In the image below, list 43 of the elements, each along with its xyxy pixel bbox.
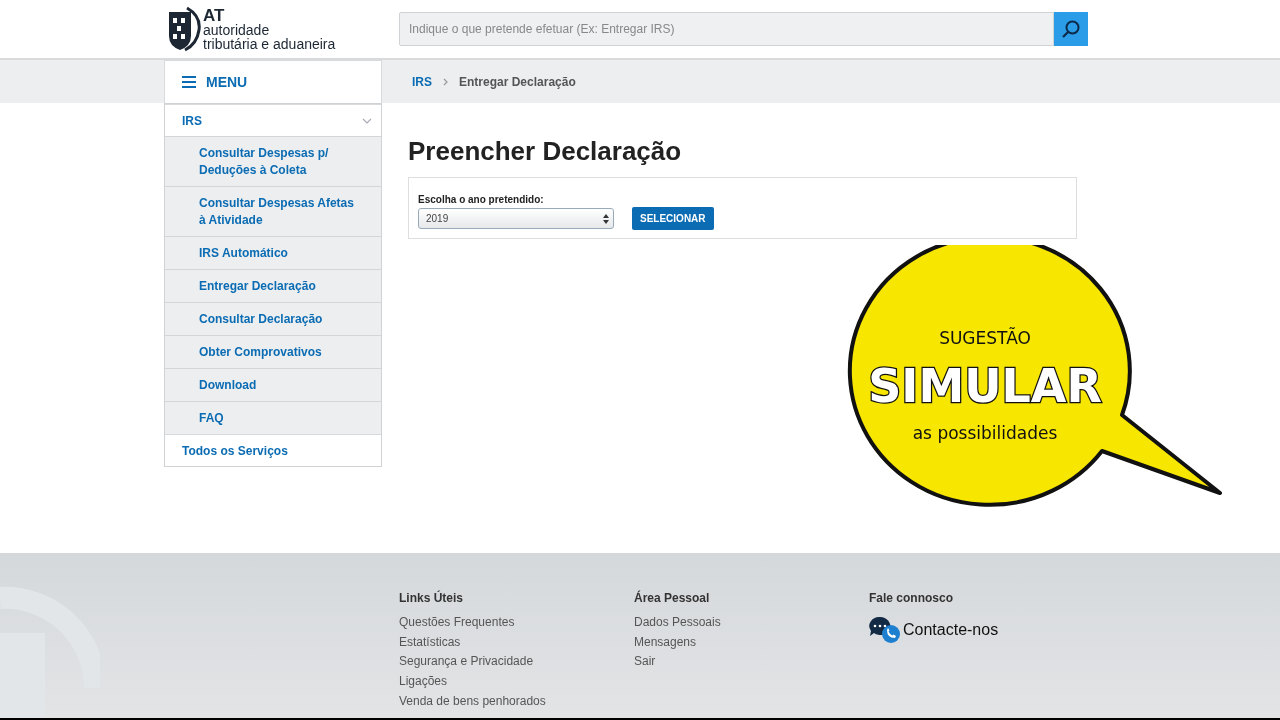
footer-heading: Área Pessoal bbox=[634, 591, 711, 605]
logo-text: tributária e aduaneira bbox=[203, 36, 336, 51]
year-select[interactable]: 2019 bbox=[418, 208, 614, 229]
bubble-text: SUGESTÃO bbox=[939, 328, 1031, 348]
search-button[interactable] bbox=[1054, 12, 1088, 46]
submenu-item[interactable]: Download bbox=[165, 368, 381, 401]
footer-link[interactable]: Sair bbox=[634, 654, 869, 670]
contact-link[interactable]: Contacte-nos bbox=[869, 616, 1104, 644]
footer-link[interactable]: Dados Pessoais bbox=[634, 615, 869, 630]
bubble-headline: SIMULAR bbox=[868, 359, 1102, 413]
page-title: Preencher Declaração bbox=[408, 136, 683, 167]
breadcrumb-item[interactable]: IRS bbox=[412, 74, 432, 89]
submenu-item[interactable]: Consultar Despesas Afetas à Atividade bbox=[165, 186, 381, 236]
footer-link[interactable]: Ligações bbox=[399, 674, 634, 689]
footer-link[interactable]: Mensagens bbox=[634, 634, 869, 650]
breadcrumb-item: Entregar Declaração bbox=[459, 74, 576, 89]
submenu-item[interactable]: Consultar Despesas p/ Deduções à Coleta bbox=[165, 136, 381, 186]
chevron-right-icon bbox=[443, 77, 448, 86]
menu-icon bbox=[182, 76, 196, 88]
submenu-item[interactable]: FAQ bbox=[165, 401, 381, 434]
submenu-item[interactable]: Entregar Declaração bbox=[165, 269, 381, 302]
submenu-item[interactable]: Consultar Declaração bbox=[165, 302, 381, 335]
select-button[interactable]: SELECIONAR bbox=[632, 207, 714, 230]
search-icon bbox=[1061, 19, 1081, 39]
logo-text: autoridade bbox=[203, 22, 271, 37]
bubble-text: as possibilidades bbox=[912, 423, 1058, 443]
footer-link[interactable]: Questões Frequentes bbox=[399, 615, 634, 630]
footer-link[interactable]: Venda de bens penhorados bbox=[399, 693, 634, 709]
sidebar-item-label: Todos os Serviços bbox=[182, 443, 288, 458]
spinner-arrows-icon bbox=[603, 213, 609, 224]
footer-link[interactable]: Estatísticas bbox=[399, 634, 634, 650]
emblem-icon bbox=[167, 6, 201, 52]
field-label: Escolha o ano pretendido: bbox=[418, 194, 545, 205]
footer-heading: Fale connosco bbox=[869, 591, 955, 605]
menu-button[interactable]: MENU bbox=[164, 60, 382, 103]
footer-heading: Links Úteis bbox=[399, 591, 465, 605]
logo-abbreviation: AT bbox=[203, 7, 225, 23]
submenu-item[interactable]: IRS Automático bbox=[165, 236, 381, 269]
sidebar-item-label: IRS bbox=[182, 113, 202, 128]
chat-phone-icon bbox=[869, 616, 901, 644]
footer-link[interactable]: Segurança e Privacidade bbox=[399, 654, 634, 670]
search-field[interactable]: Indique o que pretende efetuar (Ex: Entregar IRS) bbox=[399, 12, 1054, 46]
submenu-item[interactable]: Obter Comprovativos bbox=[165, 335, 381, 368]
